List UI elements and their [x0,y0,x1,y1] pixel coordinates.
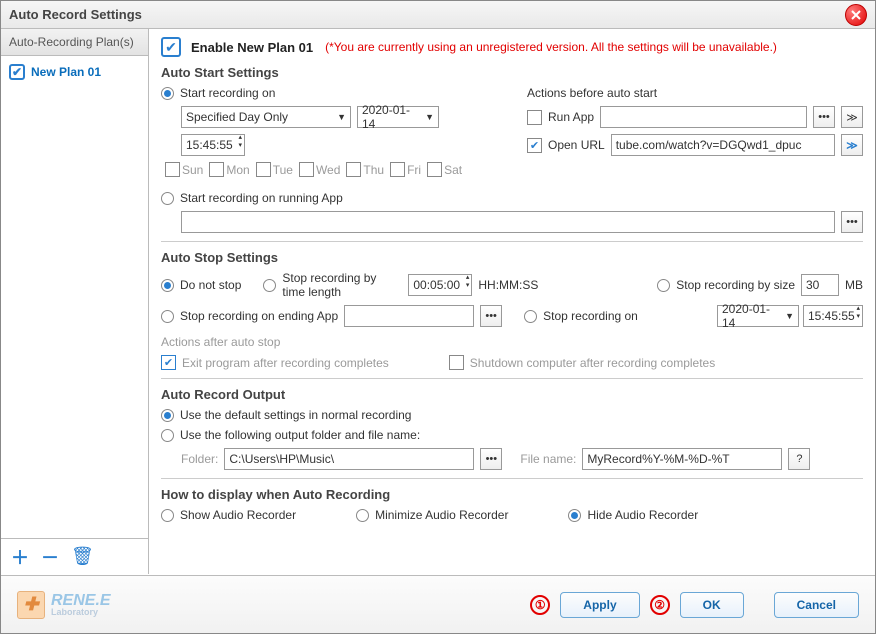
filename-label: File name: [520,452,576,466]
annotation-1: ① [530,595,550,615]
actions-after-label: Actions after auto stop [161,335,863,349]
stop-app-radio[interactable] [161,310,174,323]
output-title: Auto Record Output [161,387,863,402]
run-app-label: Run App [548,110,594,124]
day-thu-checkbox[interactable] [346,162,361,177]
start-app-browse-button[interactable]: ••• [841,211,863,233]
start-on-app-label: Start recording on running App [180,191,343,205]
auto-stop-title: Auto Stop Settings [161,250,863,265]
start-date-picker[interactable]: 2020-01-14 [357,106,439,128]
open-url-go-button[interactable]: ≫ [841,134,863,156]
sidebar: Auto-Recording Plan(s) ✔ New Plan 01 ＋ －… [1,29,149,574]
output-default-label: Use the default settings in normal recor… [180,408,411,422]
close-button[interactable] [845,4,867,26]
stop-time-radio[interactable] [263,279,276,292]
start-mode-select[interactable]: Specified Day Only [181,106,351,128]
output-custom-label: Use the following output folder and file… [180,428,420,442]
stop-date-picker[interactable]: 2020-01-14 [717,305,799,327]
stop-time-picker[interactable]: 15:45:55 [803,305,863,327]
folder-input[interactable]: C:\Users\HP\Music\ [224,448,474,470]
enable-plan-label: Enable New Plan 01 [191,40,313,55]
remove-plan-button[interactable]: － [41,544,59,570]
filename-input[interactable]: MyRecord%Y-%M-%D-%T [582,448,782,470]
start-time-spinner[interactable]: 15:45:55 [181,134,245,156]
stop-app-input[interactable] [344,305,474,327]
exit-after-label: Exit program after recording completes [182,356,389,370]
stop-time-label: Stop recording by time length [282,271,402,299]
add-plan-button[interactable]: ＋ [11,544,29,570]
sidebar-tools: ＋ － 🗑 [1,538,148,574]
run-app-checkbox[interactable] [527,110,542,125]
unregistered-warning: (*You are currently using an unregistere… [325,40,777,54]
auto-stop-section: Auto Stop Settings Do not stop Stop reco… [161,250,863,370]
brand-icon: ✚ [17,591,45,619]
plan-checkbox[interactable]: ✔ [9,64,25,80]
day-mon-checkbox[interactable] [209,162,224,177]
open-url-input[interactable]: tube.com/watch?v=DGQwd1_dpuc [611,134,835,156]
run-app-browse-button[interactable]: ••• [813,106,835,128]
stop-none-radio[interactable] [161,279,174,292]
stop-size-label: Stop recording by size [676,278,795,292]
plan-label: New Plan 01 [31,65,101,79]
display-hide-radio[interactable] [568,509,581,522]
content: ✔ Enable New Plan 01 (*You are currently… [149,29,875,574]
display-show-label: Show Audio Recorder [180,508,296,522]
open-url-label: Open URL [548,138,605,152]
display-title: How to display when Auto Recording [161,487,863,502]
auto-start-title: Auto Start Settings [161,65,863,80]
apply-button[interactable]: Apply [560,592,639,618]
start-app-input[interactable] [181,211,835,233]
display-min-radio[interactable] [356,509,369,522]
shutdown-after-checkbox[interactable] [449,355,464,370]
sidebar-header: Auto-Recording Plan(s) [1,29,148,56]
exit-after-checkbox[interactable]: ✔ [161,355,176,370]
display-section: How to display when Auto Recording Show … [161,487,863,522]
brand-logo: ✚ RENE.E Laboratory [17,591,111,619]
output-custom-radio[interactable] [161,429,174,442]
day-wed-checkbox[interactable] [299,162,314,177]
stop-size-unit: MB [845,278,863,292]
folder-label: Folder: [181,452,218,466]
start-on-radio[interactable] [161,87,174,100]
day-sun-checkbox[interactable] [165,162,180,177]
day-sat-checkbox[interactable] [427,162,442,177]
display-min-label: Minimize Audio Recorder [375,508,508,522]
actions-before-label: Actions before auto start [527,86,657,100]
start-on-label: Start recording on [180,86,275,100]
plan-item[interactable]: ✔ New Plan 01 [1,56,148,88]
day-fri-checkbox[interactable] [390,162,405,177]
window-title: Auto Record Settings [9,7,142,22]
run-app-input[interactable] [600,106,807,128]
ok-button[interactable]: OK [680,592,744,618]
stop-on-label: Stop recording on [543,309,638,323]
titlebar: Auto Record Settings [1,1,875,29]
stop-time-spinner[interactable]: 00:05:00 [408,274,472,296]
open-url-checkbox[interactable]: ✔ [527,138,542,153]
enable-plan-checkbox[interactable]: ✔ [161,37,181,57]
stop-size-input[interactable]: 30 [801,274,839,296]
display-show-radio[interactable] [161,509,174,522]
filename-help-button[interactable]: ? [788,448,810,470]
stop-none-label: Do not stop [180,278,241,292]
start-on-app-radio[interactable] [161,192,174,205]
stop-on-radio[interactable] [524,310,537,323]
cancel-button[interactable]: Cancel [774,592,859,618]
stop-size-radio[interactable] [657,279,670,292]
stop-app-label: Stop recording on ending App [180,309,338,323]
day-tue-checkbox[interactable] [256,162,271,177]
folder-browse-button[interactable]: ••• [480,448,502,470]
display-hide-label: Hide Audio Recorder [587,508,698,522]
auto-start-section: Auto Start Settings Start recording on S… [161,65,863,233]
output-section: Auto Record Output Use the default setti… [161,387,863,470]
footer: ✚ RENE.E Laboratory ① Apply ② OK Cancel [1,575,875,633]
weekday-group: Sun Mon Tue Wed Thu Fri Sat [165,162,497,177]
run-app-go-button[interactable]: ≫ [841,106,863,128]
stop-time-unit: HH:MM:SS [478,278,538,292]
shutdown-after-label: Shutdown computer after recording comple… [470,356,715,370]
stop-app-browse-button[interactable]: ••• [480,305,502,327]
delete-plan-button[interactable]: 🗑 [71,546,94,567]
annotation-2: ② [650,595,670,615]
output-default-radio[interactable] [161,409,174,422]
